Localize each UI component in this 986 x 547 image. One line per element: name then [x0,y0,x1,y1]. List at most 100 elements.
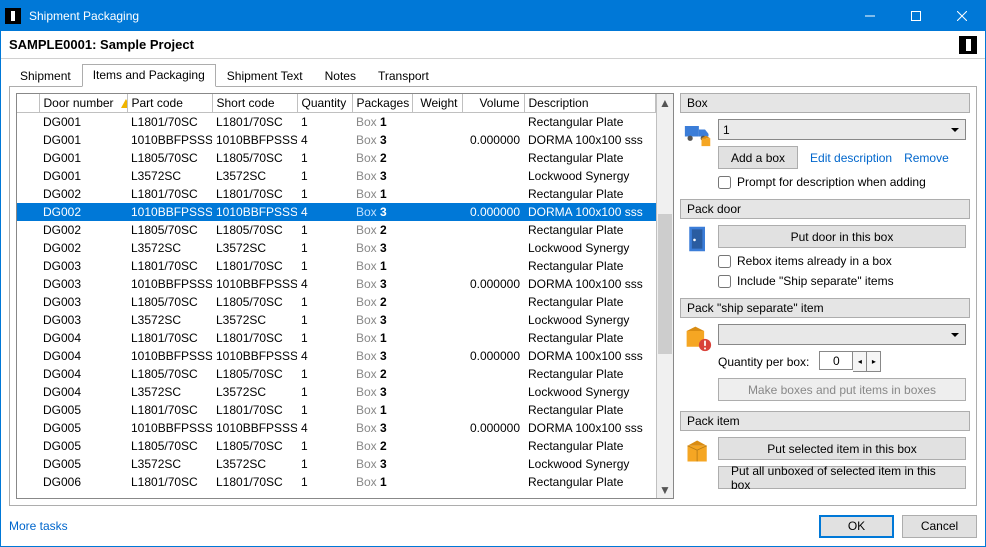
tab-shipment-text[interactable]: Shipment Text [216,65,314,87]
tab-notes[interactable]: Notes [314,65,367,87]
table-row[interactable]: DG003L1805/70SCL1805/70SC1Box 2Rectangul… [17,293,656,311]
grid-header-row: Door number Part code Short code Quantit… [17,94,656,113]
table-row[interactable]: DG005L1801/70SCL1801/70SC1Box 1Rectangul… [17,401,656,419]
table-row[interactable]: DG005L3572SCL3572SC1Box 3Lockwood Synerg… [17,455,656,473]
more-tasks-link[interactable]: More tasks [9,519,68,533]
tab-strip: Shipment Items and Packaging Shipment Te… [9,65,977,87]
table-row[interactable]: DG001L1801/70SCL1801/70SC1Box 1Rectangul… [17,113,656,131]
dialog-footer: More tasks OK Cancel [1,510,985,546]
tab-items-and-packaging[interactable]: Items and Packaging [82,64,216,87]
table-row[interactable]: DG002L1805/70SCL1805/70SC1Box 2Rectangul… [17,221,656,239]
table-row[interactable]: DG0051010BBFPSSS1010BBFPSSS4Box 30.00000… [17,419,656,437]
put-selected-item-button[interactable]: Put selected item in this box [718,437,966,460]
table-row[interactable]: DG0011010BBFPSSS1010BBFPSSS4Box 30.00000… [17,131,656,149]
scroll-up-icon[interactable]: ▲ [657,94,673,111]
ship-separate-select[interactable] [718,324,966,345]
col-description[interactable]: Description [524,94,656,113]
section-packitem: Put selected item in this box Put all un… [680,431,970,499]
qty-per-box-spinner[interactable]: ◂ ▸ [819,351,881,372]
section-box-title: Box [680,93,970,113]
tab-transport[interactable]: Transport [367,65,440,87]
section-packdoor: Put door in this box Rebox items already… [680,219,970,298]
prompt-description-input[interactable] [718,176,731,189]
items-grid[interactable]: Door number Part code Short code Quantit… [17,94,656,498]
maximize-icon [911,11,921,21]
col-door[interactable]: Door number [39,94,127,113]
table-row[interactable]: DG001L3572SCL3572SC1Box 3Lockwood Synerg… [17,167,656,185]
table-row[interactable]: DG003L1801/70SCL1801/70SC1Box 1Rectangul… [17,257,656,275]
qty-per-box-input[interactable] [819,351,853,370]
close-button[interactable] [939,1,985,31]
table-row[interactable]: DG003L3572SCL3572SC1Box 3Lockwood Synerg… [17,311,656,329]
maximize-button[interactable] [893,1,939,31]
cancel-button[interactable]: Cancel [902,515,977,538]
qty-per-box-label: Quantity per box: [718,355,809,369]
app-window: Shipment Packaging SAMPLE0001: Sample Pr… [0,0,986,547]
section-box: 1 Add a box Edit description Remove Prom… [680,113,970,199]
door-icon [684,225,712,253]
minimize-icon [865,11,875,21]
minimize-button[interactable] [847,1,893,31]
window-title: Shipment Packaging [29,9,139,23]
table-row[interactable]: DG002L3572SCL3572SC1Box 3Lockwood Synerg… [17,239,656,257]
table-row[interactable]: DG0041010BBFPSSS1010BBFPSSS4Box 30.00000… [17,347,656,365]
col-packages[interactable]: Packages [352,94,412,113]
include-ship-separate-input[interactable] [718,275,731,288]
titlebar: Shipment Packaging [1,1,985,31]
table-row[interactable]: DG004L3572SCL3572SC1Box 3Lockwood Synerg… [17,383,656,401]
rebox-checkbox[interactable]: Rebox items already in a box [718,254,966,268]
col-part[interactable]: Part code [127,94,212,113]
items-grid-wrap: Door number Part code Short code Quantit… [16,93,674,499]
qty-increment-button[interactable]: ▸ [867,351,881,372]
table-row[interactable]: DG0021010BBFPSSS1010BBFPSSS4Box 30.00000… [17,203,656,221]
remove-box-link[interactable]: Remove [904,151,949,165]
qty-decrement-button[interactable]: ◂ [853,351,867,372]
section-packitem-title: Pack item [680,411,970,431]
table-row[interactable]: DG001L1805/70SCL1805/70SC1Box 2Rectangul… [17,149,656,167]
include-ship-separate-label: Include "Ship separate" items [737,274,894,288]
put-all-unboxed-button[interactable]: Put all unboxed of selected item in this… [718,466,966,489]
table-row[interactable]: DG005L1805/70SCL1805/70SC1Box 2Rectangul… [17,437,656,455]
put-door-button[interactable]: Put door in this box [718,225,966,248]
section-packship-title: Pack "ship separate" item [680,298,970,318]
col-volume[interactable]: Volume [462,94,524,113]
rebox-input[interactable] [718,255,731,268]
col-quantity[interactable]: Quantity [297,94,352,113]
close-icon [957,11,967,21]
app-icon [5,8,21,24]
table-row[interactable]: DG004L1801/70SCL1801/70SC1Box 1Rectangul… [17,329,656,347]
box-select[interactable]: 1 [718,119,966,140]
scroll-down-icon[interactable]: ▼ [657,481,673,498]
box-icon [684,437,712,465]
box-alert-icon [684,324,712,352]
side-panel: Box 1 Add a box Edi [680,93,970,499]
box-select-value: 1 [723,123,730,137]
edit-description-link[interactable]: Edit description [810,151,892,165]
add-box-button[interactable]: Add a box [718,146,798,169]
section-packship: Quantity per box: ◂ ▸ Make boxes and put… [680,318,970,411]
project-title: SAMPLE0001: Sample Project [9,37,194,52]
brand-logo-icon [959,36,977,54]
project-bar: SAMPLE0001: Sample Project [1,31,985,59]
content-area: Shipment Items and Packaging Shipment Te… [1,59,985,510]
include-ship-separate-checkbox[interactable]: Include "Ship separate" items [718,274,966,288]
tab-panel: Door number Part code Short code Quantit… [9,86,977,506]
tab-shipment[interactable]: Shipment [9,65,82,87]
truck-box-icon [684,119,712,147]
make-boxes-button[interactable]: Make boxes and put items in boxes [718,378,966,401]
scroll-thumb[interactable] [658,214,672,354]
col-weight[interactable]: Weight [412,94,462,113]
section-packdoor-title: Pack door [680,199,970,219]
ok-button[interactable]: OK [819,515,894,538]
table-row[interactable]: DG006L1801/70SCL1801/70SC1Box 1Rectangul… [17,473,656,491]
table-row[interactable]: DG0031010BBFPSSS1010BBFPSSS4Box 30.00000… [17,275,656,293]
table-row[interactable]: DG004L1805/70SCL1805/70SC1Box 2Rectangul… [17,365,656,383]
prompt-description-label: Prompt for description when adding [737,175,926,189]
table-row[interactable]: DG002L1801/70SCL1801/70SC1Box 1Rectangul… [17,185,656,203]
col-rowhandle[interactable] [17,94,39,113]
warning-icon [121,94,127,108]
rebox-label: Rebox items already in a box [737,254,892,268]
col-shortcode[interactable]: Short code [212,94,297,113]
grid-scrollbar[interactable]: ▲ ▼ [656,94,673,498]
prompt-description-checkbox[interactable]: Prompt for description when adding [718,175,966,189]
